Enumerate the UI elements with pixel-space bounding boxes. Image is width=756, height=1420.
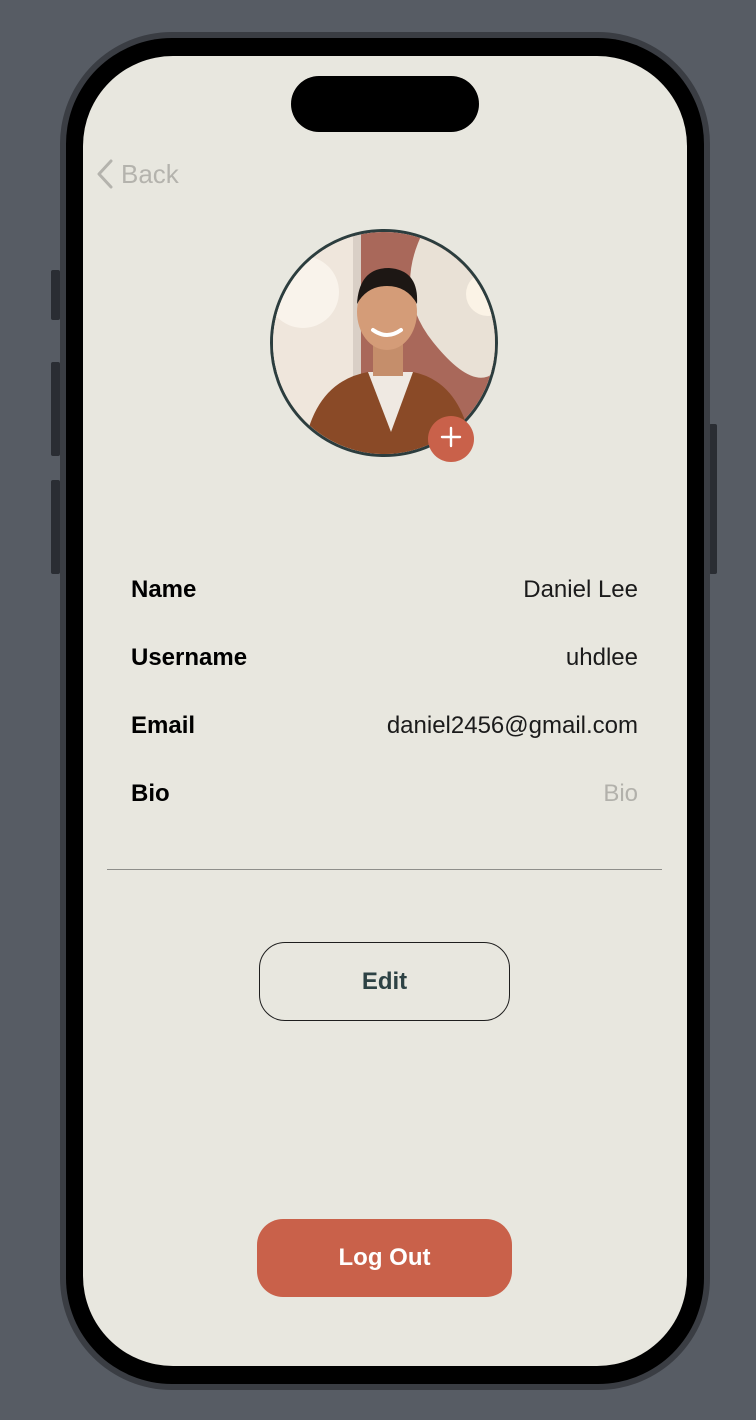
- username-label: Username: [131, 644, 248, 671]
- plus-icon: [439, 425, 463, 454]
- logout-button[interactable]: Log Out: [257, 1219, 512, 1297]
- email-label: Email: [131, 712, 196, 739]
- back-button[interactable]: Back: [95, 156, 179, 192]
- email-value: daniel2456@gmail.com: [386, 712, 638, 739]
- phone-frame: Back Name Daniel Lee Username uhdlee Ema…: [60, 32, 710, 1390]
- field-row-email: Email daniel2456@gmail.com: [131, 692, 638, 760]
- field-row-username: Username uhdlee: [131, 624, 638, 692]
- name-label: Name: [131, 576, 197, 603]
- volume-up-button: [51, 362, 60, 456]
- phone-bezel: Back Name Daniel Lee Username uhdlee Ema…: [66, 38, 704, 1384]
- avatar-container: [270, 229, 498, 462]
- username-value: uhdlee: [565, 644, 638, 671]
- dynamic-island: [291, 76, 479, 132]
- action-button: [51, 270, 60, 320]
- profile-fields: Name Daniel Lee Username uhdlee Email da…: [131, 556, 638, 828]
- add-photo-button[interactable]: [428, 416, 474, 462]
- volume-down-button: [51, 480, 60, 574]
- edit-button[interactable]: Edit: [259, 942, 510, 1021]
- power-button: [709, 424, 717, 574]
- field-row-name: Name Daniel Lee: [131, 556, 638, 624]
- field-row-bio: Bio Bio: [131, 760, 638, 828]
- bio-label: Bio: [131, 780, 170, 807]
- profile-screen: Back Name Daniel Lee Username uhdlee Ema…: [83, 56, 687, 1366]
- divider: [107, 869, 662, 870]
- back-label: Back: [121, 158, 179, 189]
- device-stage: Back Name Daniel Lee Username uhdlee Ema…: [0, 0, 756, 1420]
- bio-value: Bio: [603, 780, 638, 807]
- chevron-left-icon: [95, 158, 115, 190]
- name-value: Daniel Lee: [523, 576, 638, 603]
